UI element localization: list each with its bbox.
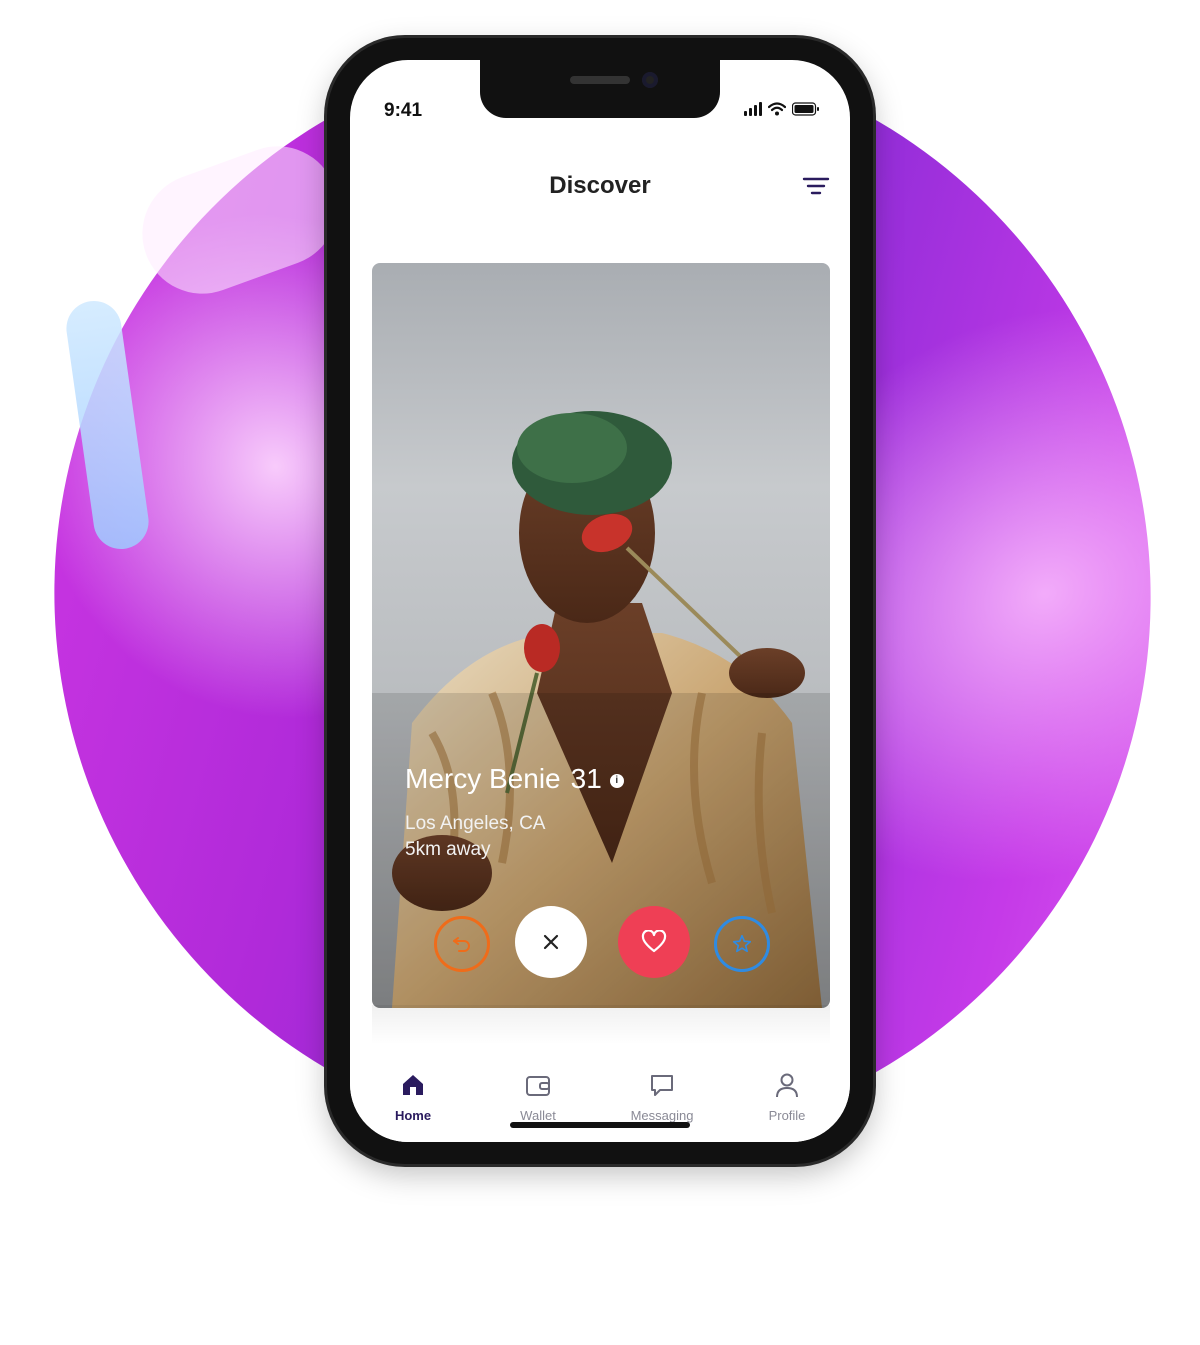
app-screen: 9:41 Discover Mercy Benie 31 i Los Angel… [350,60,850,1142]
profile-location: Los Angeles, CA [405,813,546,834]
home-indicator [510,1122,690,1128]
speaker-grille [570,76,630,84]
star-icon [732,934,752,953]
signal-icon [744,102,762,116]
status-time: 9:41 [384,100,423,121]
dislike-button[interactable] [515,906,587,978]
profile-card[interactable]: Mercy Benie 31 i Los Angeles, CA 5km away [372,263,830,1008]
rewind-button[interactable] [434,916,490,972]
battery-icon [792,102,819,116]
tab-wallet[interactable]: Wallet [488,1071,588,1123]
profile-age: 31 [570,763,602,794]
card-stack-shadow [372,1005,830,1045]
phone-frame: 9:41 Discover Mercy Benie 31 i Los Angel… [327,38,873,1164]
tab-label-messaging: Messaging [630,1108,694,1123]
phone-notch [480,60,720,118]
chat-icon [651,1075,673,1096]
profile-photo [372,411,830,1008]
profile-location-block: Los Angeles, CA 5km away [405,811,545,863]
tab-label-profile: Profile [768,1108,806,1123]
filter-icon[interactable] [802,174,830,198]
wifi-icon [768,102,786,116]
tab-home[interactable]: Home [363,1071,463,1123]
rewind-icon [453,937,470,952]
front-camera [642,72,658,88]
page-title: Discover [549,172,651,199]
profile-name-row: Mercy Benie 31 i [405,763,624,795]
profile-distance: 5km away [405,839,491,860]
close-icon [543,934,559,950]
wallet-icon [526,1076,550,1096]
tab-label-home: Home [394,1108,432,1123]
status-icons [744,102,820,116]
home-icon [403,1075,423,1095]
bottom-tab-bar: Home Wallet Messaging Profile [350,1053,850,1142]
info-icon[interactable]: i [609,773,624,788]
user-icon [776,1073,798,1098]
tab-messaging[interactable]: Messaging [612,1071,712,1123]
tab-label-wallet: Wallet [520,1108,556,1123]
heart-icon [641,930,667,953]
profile-name: Mercy Benie [405,763,561,794]
tab-profile[interactable]: Profile [737,1071,837,1123]
super-like-button[interactable] [714,916,770,972]
like-button[interactable] [618,906,690,978]
